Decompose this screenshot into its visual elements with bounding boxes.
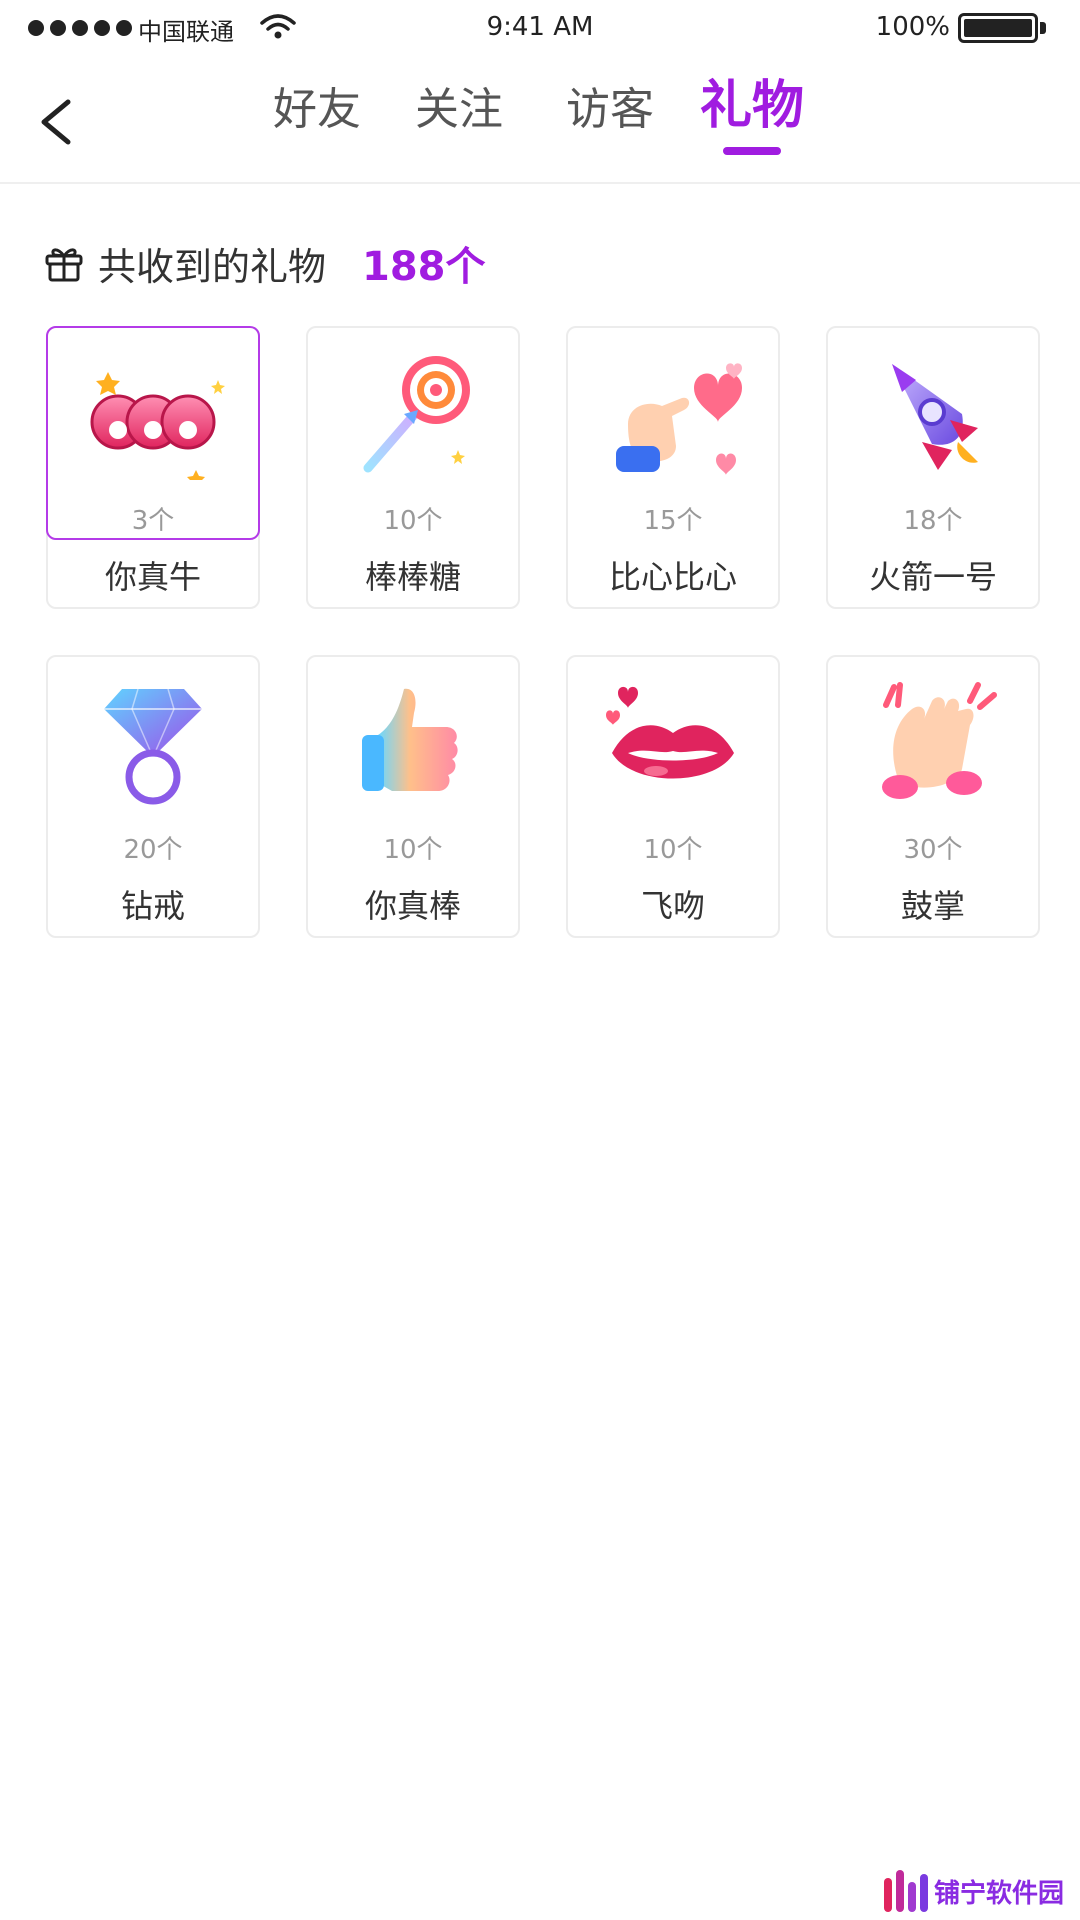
gift-name: 鼓掌 bbox=[900, 887, 965, 925]
gift-card[interactable]: 10个 飞吻 bbox=[566, 655, 780, 938]
tab-visitors[interactable]: 访客 bbox=[566, 78, 654, 142]
gift-card[interactable]: 10个 棒棒糖 bbox=[306, 326, 520, 609]
lollipop-icon bbox=[363, 356, 470, 473]
gift-summary: 共收到的礼物 188个 bbox=[44, 236, 486, 290]
nav-header: 好友 关注 访客 礼物 bbox=[0, 56, 1080, 184]
watermark-logo: 铺宁软件园 bbox=[883, 1870, 1064, 1912]
gift-name: 飞吻 bbox=[640, 887, 705, 925]
rocket-icon bbox=[892, 364, 978, 470]
battery-icon bbox=[958, 13, 1038, 43]
gift-count: 10个 bbox=[643, 835, 703, 865]
tab-friends[interactable]: 好友 bbox=[273, 78, 361, 142]
gift-box-icon bbox=[45, 248, 83, 282]
tab-gifts[interactable]: 礼物 bbox=[700, 74, 804, 138]
battery-percentage: 100% bbox=[875, 12, 950, 42]
tab-bar: 好友 关注 访客 礼物 bbox=[0, 76, 1080, 168]
gift-name: 你真牛 bbox=[104, 558, 201, 596]
gift-count: 15个 bbox=[643, 506, 703, 536]
gift-card[interactable]: 15个 比心比心 bbox=[566, 326, 780, 609]
thumbs-up-icon bbox=[362, 688, 458, 791]
gift-card[interactable]: 10个 你真棒 bbox=[306, 655, 520, 938]
gift-card[interactable]: 30个 鼓掌 bbox=[826, 655, 1040, 938]
diamond-ring-icon bbox=[104, 688, 202, 805]
tab-following[interactable]: 关注 bbox=[415, 78, 503, 142]
gift-count: 10个 bbox=[383, 506, 443, 536]
gift-card[interactable]: 3个 你真牛 bbox=[46, 326, 260, 609]
gift-count: 18个 bbox=[903, 506, 963, 536]
666-icon bbox=[90, 372, 225, 480]
gift-name: 棒棒糖 bbox=[364, 558, 461, 596]
gift-count: 3个 bbox=[131, 506, 175, 536]
gift-name: 火箭一号 bbox=[868, 558, 997, 596]
gift-name: 比心比心 bbox=[608, 558, 737, 596]
gift-card[interactable]: 20个 钻戒 bbox=[46, 655, 260, 938]
watermark-text: 铺宁软件园 bbox=[933, 1878, 1064, 1909]
gift-count: 10个 bbox=[383, 835, 443, 865]
gift-count: 20个 bbox=[123, 835, 183, 865]
gift-card[interactable]: 18个 火箭一号 bbox=[826, 326, 1040, 609]
clapping-hands-icon bbox=[882, 682, 997, 799]
battery-cap bbox=[1040, 22, 1046, 34]
summary-label: 共收到的礼物 bbox=[98, 244, 327, 289]
kiss-lips-icon bbox=[606, 686, 734, 779]
gift-name: 钻戒 bbox=[120, 887, 185, 925]
finger-heart-icon bbox=[616, 363, 742, 475]
summary-count: 188个 bbox=[362, 244, 486, 290]
active-tab-indicator bbox=[723, 147, 781, 155]
gift-count: 30个 bbox=[903, 835, 963, 865]
gift-grid: 3个 你真牛 10个 棒棒糖 15个 比心比心 18个 火箭一号 20个 钻戒 … bbox=[46, 326, 1040, 938]
watermark-bars-icon bbox=[883, 1870, 928, 1912]
gift-name: 你真棒 bbox=[364, 887, 461, 925]
status-bar: 中国联通 9:41 AM 100% bbox=[0, 0, 1080, 56]
